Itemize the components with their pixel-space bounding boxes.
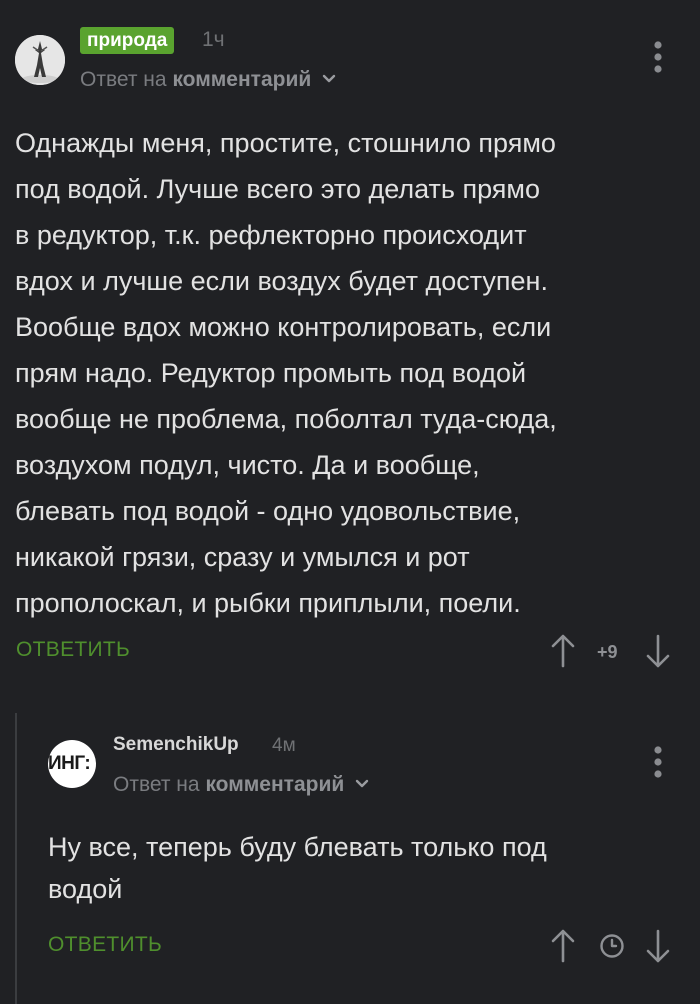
rating-pending <box>598 932 626 960</box>
comment-body: Ну все, теперь буду блевать только под в… <box>48 826 678 910</box>
more-options-button[interactable] <box>650 745 666 779</box>
clock-icon <box>600 934 624 958</box>
rating-score: +9 <box>597 642 618 662</box>
downvote-button[interactable] <box>643 632 673 670</box>
avatar-text: ИНГ: <box>48 753 91 774</box>
comment-line: под водой. Лучше всего это делать прямо <box>15 174 540 204</box>
arrow-up-icon <box>551 634 575 668</box>
reply-prefix: Ответ на <box>80 68 167 91</box>
comment-line: Ну все, теперь буду блевать только под <box>48 832 547 862</box>
user-avatar[interactable] <box>15 35 65 85</box>
community-badge[interactable]: природа <box>80 27 175 54</box>
more-vertical-icon <box>654 746 662 778</box>
comment-body: Однажды меня, простите, стошнило прямо п… <box>15 120 687 626</box>
reply-prefix: Ответ на <box>113 773 200 796</box>
comment-line: Однажды меня, простите, стошнило прямо <box>15 128 556 158</box>
more-vertical-icon <box>654 41 662 73</box>
more-options-button[interactable] <box>650 40 666 74</box>
comment-time: 4м <box>272 735 296 756</box>
downvote-button[interactable] <box>643 927 673 965</box>
comment-line: никакой грязи, сразу и умылся и рот <box>15 542 470 572</box>
chevron-down-icon <box>322 74 336 83</box>
arrow-down-icon <box>646 929 670 963</box>
reply-button[interactable]: ОТВЕТИТЬ <box>16 636 130 664</box>
comment-line: водой <box>48 874 123 904</box>
comment-line: Вообще вдох можно контролировать, если <box>15 312 552 342</box>
comment-time: 1ч <box>202 28 225 51</box>
reply-button[interactable]: ОТВЕТИТЬ <box>48 931 162 959</box>
upvote-button[interactable] <box>548 632 578 670</box>
username[interactable]: SemenchikUp <box>113 733 239 757</box>
arrow-down-icon <box>646 634 670 668</box>
comment-line: вообще не проблема, поболтал туда-сюда, <box>15 404 557 434</box>
arrow-up-icon <box>551 929 575 963</box>
reply-to-link[interactable]: Ответ на комментарий <box>113 772 370 798</box>
reply-target: комментарий <box>205 773 345 796</box>
reply-to-link[interactable]: Ответ на комментарий <box>80 67 337 93</box>
comment-line: воздухом подул, чисто. Да и вообще, <box>15 450 480 480</box>
upvote-button[interactable] <box>548 927 578 965</box>
chevron-down-icon <box>355 779 369 788</box>
reply-target: комментарий <box>172 68 312 91</box>
user-avatar[interactable]: ИНГ: <box>48 740 96 788</box>
comment-line: в редуктор, т.к. рефлекторно происходит <box>15 220 527 250</box>
comment-line: прополоскал, и рыбки приплыли, поели. <box>15 588 521 618</box>
comment-line: вдох и лучше если воздух будет доступен. <box>15 266 548 296</box>
comment-line: прям надо. Редуктор промыть под водой <box>15 358 527 388</box>
avatar-image <box>15 35 65 85</box>
thread-line[interactable] <box>15 713 17 1004</box>
comment-line: блевать под водой - одно удовольствие, <box>15 496 521 526</box>
